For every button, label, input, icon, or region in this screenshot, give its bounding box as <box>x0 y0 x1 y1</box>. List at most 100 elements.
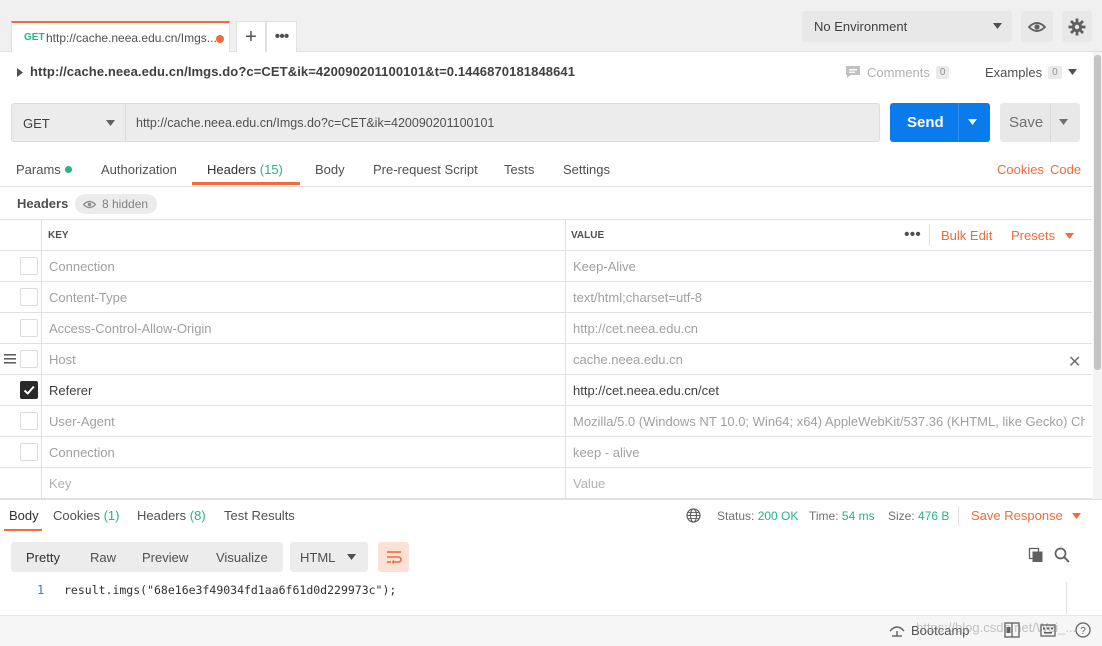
request-name[interactable]: http://cache.neea.edu.cn/Imgs.do?c=CET&i… <box>30 64 575 79</box>
tab-params-label: Params <box>16 162 61 177</box>
chevron-down-icon <box>106 120 115 126</box>
header-value[interactable]: Mozilla/5.0 (Windows NT 10.0; Win64; x64… <box>573 414 1085 429</box>
two-pane-layout-icon[interactable] <box>1004 622 1020 638</box>
response-tab-cookies[interactable]: Cookies (1) <box>53 508 119 523</box>
manage-environments-button[interactable] <box>1062 11 1092 42</box>
request-tab[interactable]: GET http://cache.neea.edu.cn/Imgs.... <box>11 21 230 52</box>
examples-button[interactable]: Examples 0 <box>985 63 1077 81</box>
header-row[interactable]: Content-Type text/html;charset=utf-8 <box>0 282 1092 313</box>
search-icon[interactable] <box>1054 547 1070 563</box>
response-tab-body[interactable]: Body <box>9 508 39 523</box>
response-size: Size: 476 B <box>888 509 949 523</box>
header-key[interactable]: User-Agent <box>49 414 115 429</box>
globe-icon[interactable] <box>686 508 701 523</box>
response-tab-test-results[interactable]: Test Results <box>224 508 295 523</box>
header-value[interactable]: text/html;charset=utf-8 <box>573 290 1085 305</box>
environment-quick-look-button[interactable] <box>1021 11 1053 42</box>
view-visualize[interactable]: Visualize <box>216 550 268 565</box>
tab-tests[interactable]: Tests <box>504 162 534 177</box>
view-preview[interactable]: Preview <box>142 550 188 565</box>
tab-headers-count: (15) <box>259 162 283 177</box>
header-row[interactable]: Access-Control-Allow-Origin http://cet.ne… <box>0 313 1092 344</box>
help-icon[interactable]: ? <box>1075 622 1091 638</box>
copy-icon[interactable] <box>1028 547 1044 563</box>
hidden-headers-toggle[interactable]: 8 hidden <box>75 194 157 214</box>
header-enabled-checkbox[interactable] <box>20 412 38 430</box>
header-enabled-checkbox[interactable] <box>20 443 38 461</box>
code-link[interactable]: Code <box>1050 162 1081 177</box>
header-row[interactable]: Referer http://cet.neea.edu.cn/cet <box>0 375 1092 406</box>
tab-authorization[interactable]: Authorization <box>101 162 177 177</box>
header-row[interactable]: Connection keep - alive <box>0 437 1092 468</box>
header-key[interactable]: Connection <box>49 259 115 274</box>
view-pretty[interactable]: Pretty <box>26 550 60 565</box>
tab-options-button[interactable]: ••• <box>266 21 297 52</box>
wrap-lines-icon <box>386 550 402 564</box>
header-enabled-checkbox[interactable] <box>20 350 38 368</box>
tab-pre-request-script[interactable]: Pre-request Script <box>373 162 478 177</box>
status-value: 200 OK <box>757 509 799 523</box>
header-key[interactable]: Referer <box>49 383 92 398</box>
more-dots-icon: ••• <box>274 28 290 45</box>
header-value[interactable]: Keep-Alive <box>573 259 1085 274</box>
gear-icon <box>1068 18 1086 36</box>
header-key[interactable]: Host <box>49 352 76 367</box>
header-value[interactable]: cache.neea.edu.cn <box>573 352 1085 367</box>
wrap-lines-button[interactable] <box>378 542 409 572</box>
code-scrollbar[interactable] <box>1066 582 1080 614</box>
active-tab-indicator <box>192 182 300 185</box>
chevron-down-icon[interactable] <box>968 119 977 125</box>
header-row[interactable]: Connection Keep-Alive <box>0 251 1092 282</box>
code-line-number: 1 <box>37 583 45 597</box>
new-header-row[interactable]: Key Value <box>0 468 1092 499</box>
header-enabled-checkbox[interactable] <box>20 381 38 399</box>
header-key[interactable]: Content-Type <box>49 290 127 305</box>
bulk-edit-link[interactable]: Bulk Edit <box>941 228 992 243</box>
new-tab-button[interactable]: + <box>236 21 266 52</box>
presets-label: Presets <box>1011 228 1056 243</box>
format-select[interactable]: HTML <box>290 542 368 572</box>
response-tab-cookies-label: Cookies <box>53 508 100 523</box>
new-key-input[interactable]: Key <box>49 476 71 491</box>
tab-body[interactable]: Body <box>315 162 345 177</box>
header-enabled-checkbox[interactable] <box>20 288 38 306</box>
tab-params[interactable]: Params <box>16 162 72 177</box>
drag-handle-icon[interactable] <box>4 354 16 364</box>
header-value[interactable]: keep - alive <box>573 445 1085 460</box>
response-status: Status: 200 OK <box>717 509 798 523</box>
url-input[interactable]: http://cache.neea.edu.cn/Imgs.do?c=CET&i… <box>126 103 880 142</box>
delete-row-icon[interactable]: ✕ <box>1068 352 1081 372</box>
view-raw[interactable]: Raw <box>90 550 116 565</box>
tab-settings[interactable]: Settings <box>563 162 610 177</box>
tab-headers[interactable]: Headers (15) <box>207 162 283 177</box>
chevron-down-icon <box>1072 513 1082 519</box>
save-button[interactable]: Save <box>1000 103 1080 142</box>
expand-caret-icon[interactable] <box>17 68 23 77</box>
presets-dropdown[interactable]: Presets <box>1011 228 1074 243</box>
cookies-link[interactable]: Cookies <box>997 162 1044 177</box>
keyboard-shortcuts-icon[interactable] <box>1040 622 1056 638</box>
header-enabled-checkbox[interactable] <box>20 319 38 337</box>
save-response-dropdown[interactable]: Save Response <box>971 508 1082 523</box>
examples-count: 0 <box>1048 65 1062 79</box>
header-enabled-checkbox[interactable] <box>20 257 38 275</box>
method-select[interactable]: GET <box>11 103 126 142</box>
header-row[interactable]: Host cache.neea.edu.cn ✕ <box>0 344 1092 375</box>
header-row[interactable]: User-Agent Mozilla/5.0 (Windows NT 10.0; … <box>0 406 1092 437</box>
header-key[interactable]: Access-Control-Allow-Origin <box>49 321 212 336</box>
new-value-input[interactable]: Value <box>573 476 1085 491</box>
scrollbar-thumb[interactable] <box>1094 55 1101 370</box>
response-code-line[interactable]: result.imgs("68e16e3f49034fd1aa6f61d0d22… <box>64 583 396 597</box>
size-label: Size: <box>888 509 915 523</box>
send-button[interactable]: Send <box>890 103 990 142</box>
environment-select[interactable]: No Environment <box>802 11 1012 42</box>
unsaved-dot-icon <box>216 35 224 43</box>
response-tab-headers[interactable]: Headers (8) <box>137 508 206 523</box>
more-dots-icon[interactable]: ••• <box>904 226 921 244</box>
comments-button[interactable]: Comments 0 <box>845 63 950 81</box>
header-value[interactable]: http://cet.neea.edu.cn <box>573 321 1085 336</box>
bootcamp-icon <box>889 625 905 637</box>
chevron-down-icon[interactable] <box>1059 119 1068 125</box>
header-key[interactable]: Connection <box>49 445 115 460</box>
header-value[interactable]: http://cet.neea.edu.cn/cet <box>573 383 1085 398</box>
